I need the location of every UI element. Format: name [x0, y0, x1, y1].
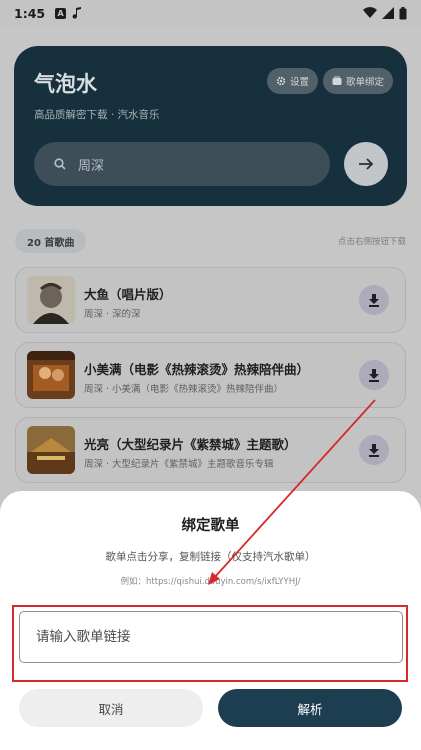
- parse-button[interactable]: 解析: [218, 689, 402, 727]
- album-cover: [27, 426, 75, 474]
- settings-button[interactable]: 设置: [267, 68, 319, 94]
- song-card[interactable]: 小美满（电影《热辣滚烫》热辣陪伴曲） 周深 · 小美满（电影《热辣滚烫》热辣陪伴…: [15, 342, 406, 408]
- download-button[interactable]: [359, 285, 389, 315]
- download-icon: [369, 443, 379, 457]
- song-title: 小美满（电影《热辣滚烫》热辣陪伴曲）: [84, 362, 310, 377]
- app-subtitle: 高品质解密下载 · 汽水音乐: [34, 109, 160, 121]
- song-card[interactable]: 光亮（大型纪录片《紫禁城》主题歌） 周深 · 大型纪录片《紫禁城》主题歌音乐专辑: [15, 417, 406, 483]
- header-card: 气泡水 高品质解密下载 · 汽水音乐 设置 歌单绑定 周深: [14, 46, 407, 206]
- search-bar[interactable]: 周深: [34, 142, 330, 186]
- bind-playlist-sheet: 绑定歌单 歌单点击分享，复制链接（仅支持汽水歌单） 例如：https://qis…: [0, 491, 421, 750]
- battery-icon: [399, 6, 407, 19]
- song-title: 光亮（大型纪录片《紫禁城》主题歌）: [84, 437, 297, 452]
- arrow-right-icon: [359, 158, 374, 170]
- status-bar: 1:45 A: [0, 0, 421, 26]
- wifi-icon: [363, 7, 377, 19]
- playlist-icon: [332, 76, 342, 85]
- song-meta: 周深 · 小美满（电影《热辣滚烫》热辣陪伴曲）: [84, 384, 284, 395]
- search-submit-button[interactable]: [344, 142, 388, 186]
- music-note-icon: [72, 7, 82, 19]
- settings-label: 设置: [290, 77, 310, 88]
- album-cover: [27, 276, 75, 324]
- download-icon: [369, 368, 379, 382]
- cancel-button[interactable]: 取消: [19, 689, 203, 727]
- download-hint: 点击右侧按钮下载: [337, 237, 406, 247]
- search-icon: [54, 158, 66, 170]
- download-icon: [369, 293, 379, 307]
- dialog-example: 例如：https://qishui.douyin.com/s/ixfLYYHJ/: [120, 577, 301, 587]
- app-title: 气泡水: [34, 72, 97, 96]
- song-count-badge: 20 首歌曲: [15, 229, 87, 253]
- playlist-link-input[interactable]: [19, 611, 403, 663]
- download-button[interactable]: [359, 435, 389, 465]
- playlist-bind-button[interactable]: 歌单绑定: [323, 68, 394, 94]
- gear-icon: [276, 76, 286, 86]
- status-time: 1:45: [14, 5, 46, 21]
- dialog-description: 歌单点击分享，复制链接（仅支持汽水歌单）: [105, 551, 316, 563]
- song-card[interactable]: 大鱼（唱片版） 周深 · 深的深: [15, 267, 406, 333]
- song-meta: 周深 · 大型纪录片《紫禁城》主题歌音乐专辑: [84, 459, 274, 470]
- search-input[interactable]: 周深: [78, 155, 104, 174]
- playlist-bind-label: 歌单绑定: [346, 77, 385, 88]
- album-cover: [27, 351, 75, 399]
- song-title: 大鱼（唱片版）: [84, 287, 172, 302]
- download-button[interactable]: [359, 360, 389, 390]
- song-meta: 周深 · 深的深: [84, 309, 141, 320]
- dialog-title: 绑定歌单: [181, 518, 240, 534]
- notification-a-icon: A: [55, 7, 67, 19]
- signal-icon: [382, 7, 394, 19]
